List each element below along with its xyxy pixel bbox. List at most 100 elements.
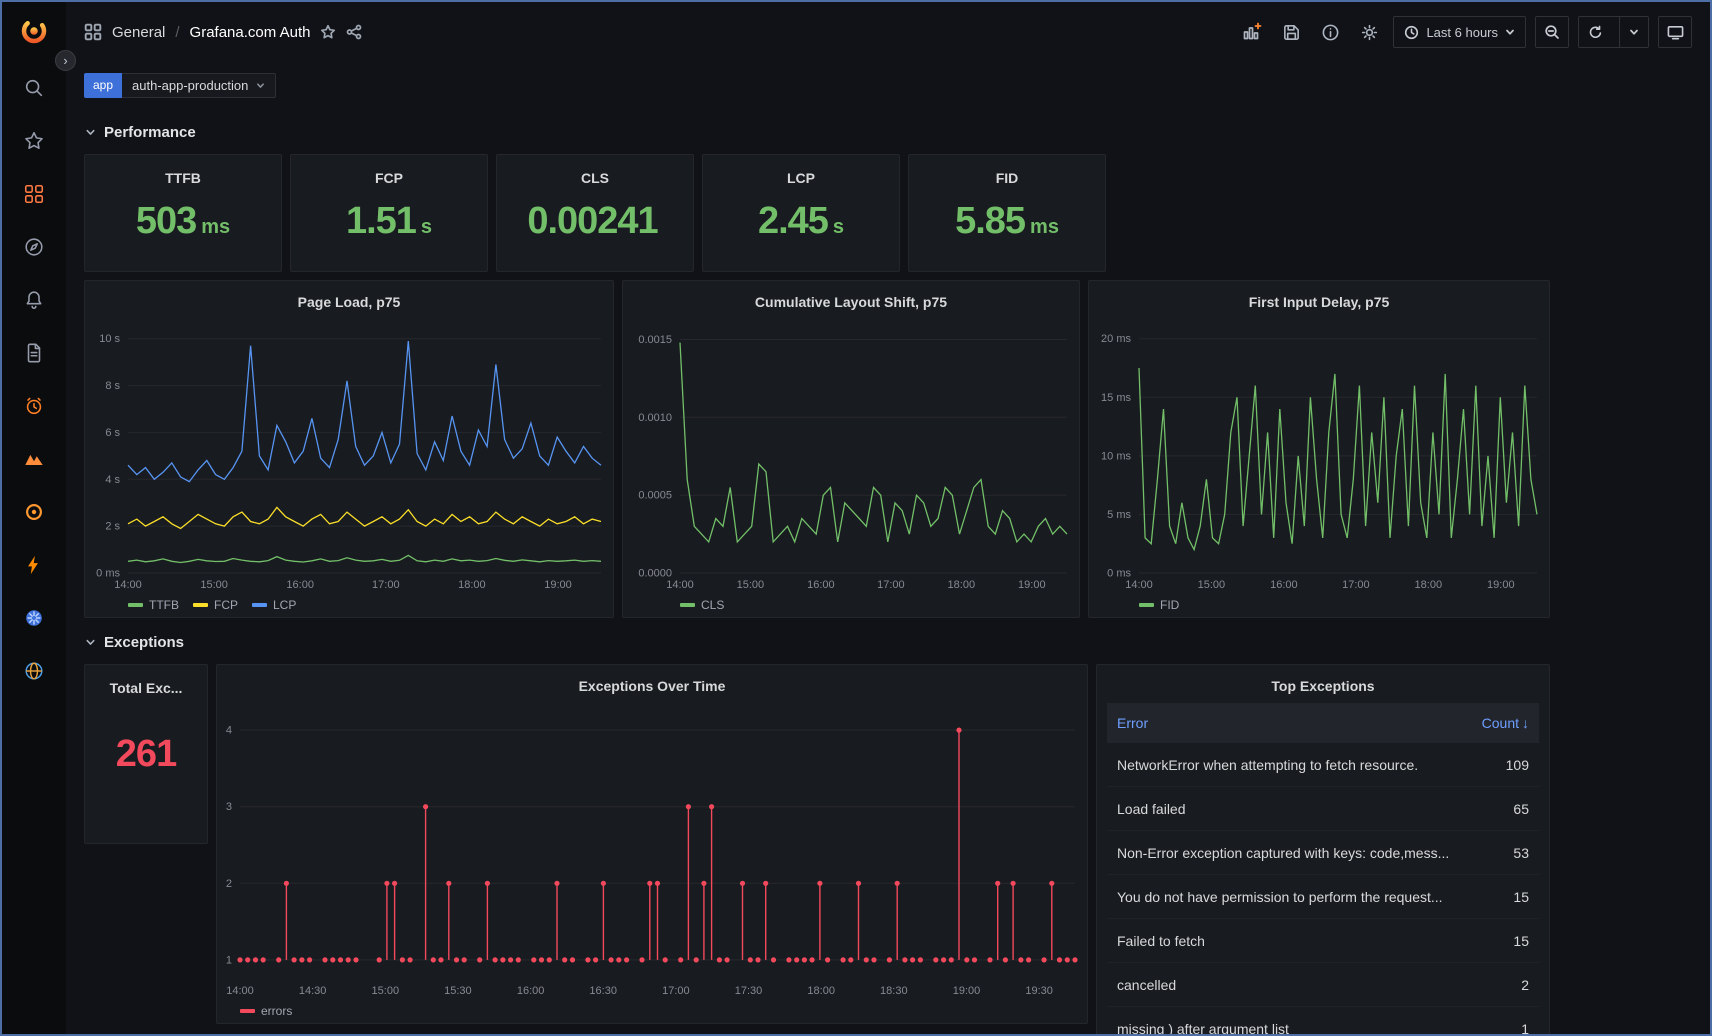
incident-icon[interactable] <box>23 501 45 523</box>
breadcrumb-section[interactable]: General <box>112 24 165 41</box>
panel-total-exceptions: Total Exc... 261 <box>84 664 208 844</box>
star-icon[interactable] <box>320 24 336 40</box>
navbar: General / Grafana.com Auth <box>66 2 1710 62</box>
page-load-chart[interactable]: 0 ms2 s4 s6 s8 s10 s14:0015:0016:0017:00… <box>85 317 613 593</box>
svg-text:6 s: 6 s <box>105 427 120 439</box>
dashboard-settings-button[interactable] <box>1354 17 1384 47</box>
search-icon[interactable] <box>23 77 45 99</box>
explore-icon[interactable] <box>23 236 45 258</box>
panel-title[interactable]: Top Exceptions <box>1107 671 1539 701</box>
panel-title[interactable]: FCP <box>291 163 487 193</box>
fid-chart[interactable]: 0 ms5 ms10 ms15 ms20 ms14:0015:0016:0017… <box>1089 317 1549 593</box>
svg-text:17:30: 17:30 <box>735 985 763 997</box>
sidebar-expand-button[interactable]: › <box>55 50 76 71</box>
stat-unit: s <box>833 216 844 239</box>
exceptions-row: Total Exc... 261 Exceptions Over Time 1 2… <box>84 664 1692 1034</box>
breadcrumb-separator: / <box>175 24 179 41</box>
table-row: NetworkError when attempting to fetch re… <box>1107 743 1539 787</box>
legend-label: CLS <box>701 598 724 612</box>
kubernetes-icon[interactable] <box>23 607 45 629</box>
panel-title[interactable]: Page Load, p75 <box>85 287 613 317</box>
legend-item[interactable]: FID <box>1139 598 1179 612</box>
legend-item[interactable]: FCP <box>193 598 238 612</box>
column-header-error[interactable]: Error <box>1117 715 1482 731</box>
svg-text:17:00: 17:00 <box>877 579 905 591</box>
time-range-picker[interactable]: Last 6 hours <box>1393 16 1526 48</box>
variable-app-picker[interactable]: app auth-app-production <box>84 73 276 98</box>
section-exceptions[interactable]: Exceptions <box>84 628 1692 656</box>
svg-text:18:00: 18:00 <box>948 579 976 591</box>
panel-title[interactable]: LCP <box>703 163 899 193</box>
column-header-count[interactable]: Count ↓ <box>1482 715 1529 731</box>
svg-text:15:00: 15:00 <box>200 579 228 591</box>
sidebar <box>2 2 66 1034</box>
legend-item[interactable]: LCP <box>252 598 296 612</box>
alerting-icon[interactable] <box>23 289 45 311</box>
count-cell: 15 <box>1513 933 1529 949</box>
globe-icon[interactable] <box>23 660 45 682</box>
svg-text:16:00: 16:00 <box>286 579 314 591</box>
svg-text:10 s: 10 s <box>99 333 120 345</box>
cls-chart[interactable]: 0.00000.00050.00100.001514:0015:0016:001… <box>623 317 1079 593</box>
share-icon[interactable] <box>346 24 362 40</box>
table-header: Error Count ↓ <box>1107 703 1539 743</box>
legend-swatch <box>193 603 208 607</box>
save-dashboard-button[interactable] <box>1276 17 1306 47</box>
cloud-icon[interactable] <box>23 448 45 470</box>
exceptions-chart[interactable]: 123414:0014:3015:0015:3016:0016:3017:001… <box>217 701 1087 999</box>
table-row: You do not have permission to perform th… <box>1107 875 1539 919</box>
svg-text:16:00: 16:00 <box>1270 579 1298 591</box>
svg-text:4: 4 <box>226 725 232 737</box>
stat-value: 503 ms <box>85 201 281 243</box>
refresh-interval-dropdown[interactable] <box>1619 17 1648 47</box>
svg-text:8 s: 8 s <box>105 380 120 392</box>
dashboards-icon[interactable] <box>23 183 45 205</box>
section-title: Exceptions <box>104 634 184 651</box>
legend-label: errors <box>261 1004 292 1018</box>
oncall-icon[interactable] <box>23 395 45 417</box>
svg-text:2: 2 <box>226 878 232 890</box>
panel-title[interactable]: TTFB <box>85 163 281 193</box>
count-cell: 109 <box>1506 757 1529 773</box>
clock-icon <box>1404 25 1419 40</box>
panel-title[interactable]: First Input Delay, p75 <box>1089 287 1549 317</box>
starred-icon[interactable] <box>23 130 45 152</box>
section-performance[interactable]: Performance <box>84 118 1692 146</box>
svg-text:14:00: 14:00 <box>226 985 254 997</box>
variables-bar: app auth-app-production <box>66 62 1710 108</box>
svg-text:19:00: 19:00 <box>953 985 981 997</box>
panel-title[interactable]: FID <box>909 163 1105 193</box>
panel-ttfb: TTFB 503 ms <box>84 154 282 272</box>
kiosk-tv-button[interactable] <box>1658 16 1692 48</box>
svg-text:4 s: 4 s <box>105 474 120 486</box>
panel-title[interactable]: Cumulative Layout Shift, p75 <box>623 287 1079 317</box>
panel-title[interactable]: CLS <box>497 163 693 193</box>
svg-text:0.0015: 0.0015 <box>638 334 672 346</box>
panel-lcp: LCP 2.45 s <box>702 154 900 272</box>
refresh-button[interactable] <box>1579 17 1612 47</box>
breadcrumb-title[interactable]: Grafana.com Auth <box>190 24 311 41</box>
chevron-down-icon <box>84 636 97 649</box>
panel-fcp: FCP 1.51 s <box>290 154 488 272</box>
add-panel-button[interactable] <box>1237 17 1267 47</box>
page-load-legend: TTFB FCP LCP <box>85 593 613 617</box>
bolt-icon[interactable] <box>23 554 45 576</box>
panel-title[interactable]: Exceptions Over Time <box>217 671 1087 701</box>
count-cell: 53 <box>1513 845 1529 861</box>
svg-text:5 ms: 5 ms <box>1107 509 1131 521</box>
chevron-down-icon <box>1505 27 1515 37</box>
dashboard-info-button[interactable] <box>1315 17 1345 47</box>
legend-item[interactable]: CLS <box>680 598 724 612</box>
panel-title[interactable]: Total Exc... <box>85 673 207 703</box>
svg-text:0.0010: 0.0010 <box>638 412 672 424</box>
legend-item[interactable]: TTFB <box>128 598 179 612</box>
stats-row: TTFB 503 ms FCP 1.51 s CLS 0. <box>84 154 1692 272</box>
grafana-logo[interactable] <box>19 16 49 46</box>
document-icon[interactable] <box>23 342 45 364</box>
svg-text:0 ms: 0 ms <box>1107 568 1131 580</box>
svg-text:1: 1 <box>226 954 232 966</box>
svg-text:19:00: 19:00 <box>544 579 572 591</box>
legend-item[interactable]: errors <box>240 1004 292 1018</box>
zoom-out-button[interactable] <box>1535 16 1569 48</box>
panel-exceptions-over-time: Exceptions Over Time 123414:0014:3015:00… <box>216 664 1088 1024</box>
